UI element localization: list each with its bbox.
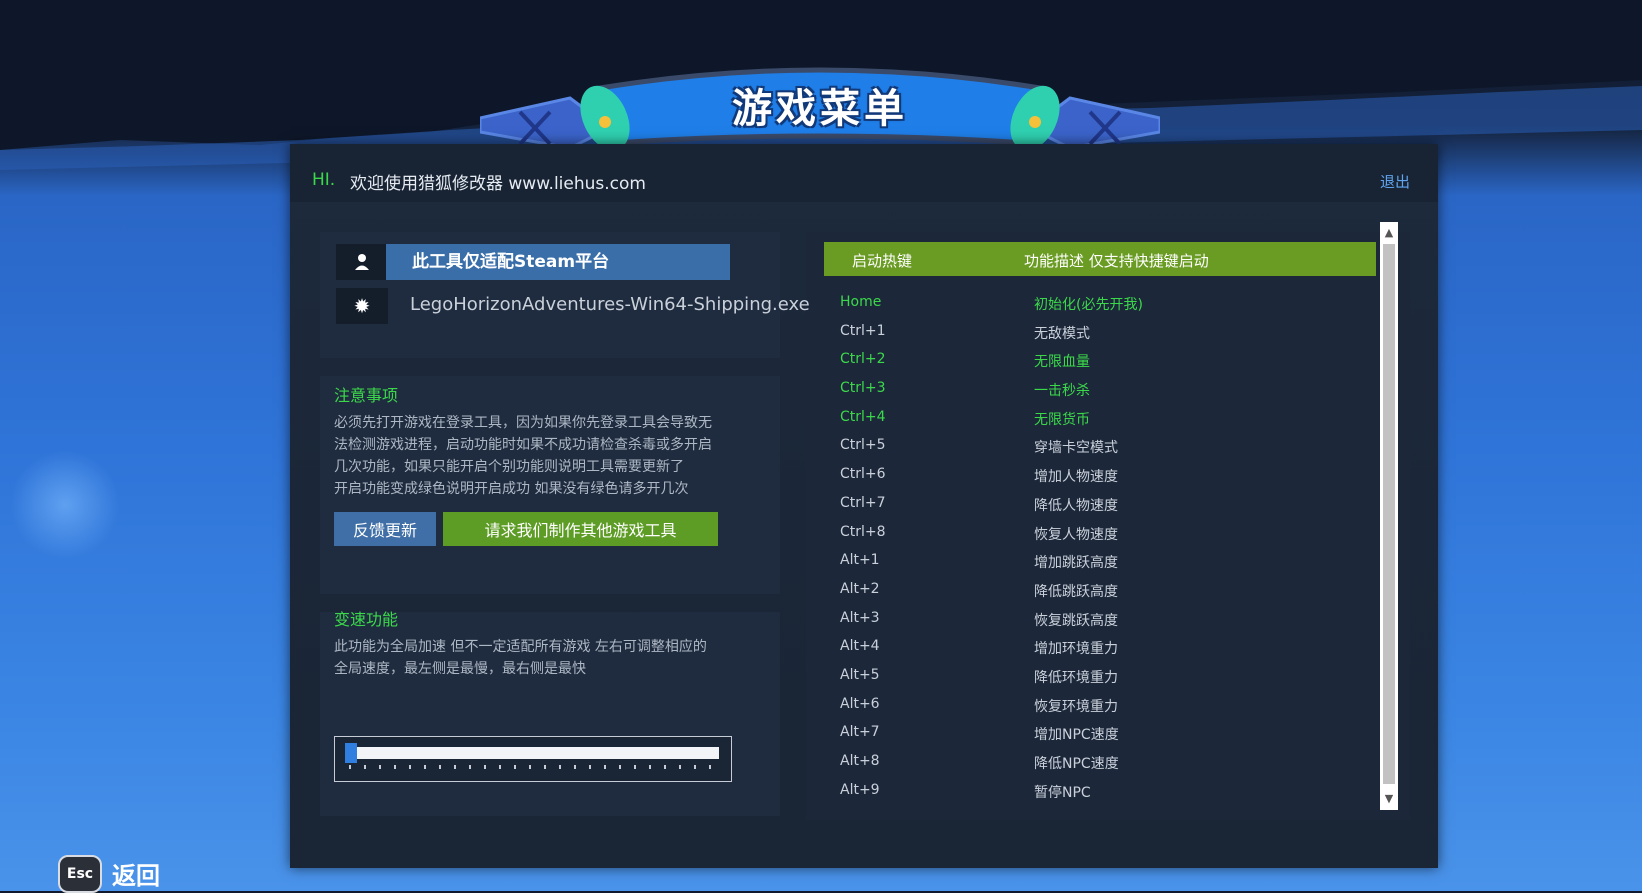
welcome-text: 欢迎使用猎狐修改器 www.liehus.com [350, 174, 646, 194]
feedback-update-button[interactable]: 反馈更新 [334, 512, 436, 546]
hotkey-description: 无限货币 [1034, 411, 1090, 428]
hotkey-description: 增加NPC速度 [1034, 727, 1119, 744]
hotkey-header: 启动热键 功能描述 仅支持快捷键启动 [824, 242, 1376, 276]
hotkey-key: Ctrl+4 [840, 408, 886, 425]
speed-slider[interactable] [334, 736, 732, 782]
hotkey-description: 降低人物速度 [1034, 497, 1118, 514]
slider-track[interactable] [347, 747, 719, 759]
hotkey-description: 恢复跳跃高度 [1034, 612, 1118, 629]
hotkey-row: Alt+9 暂停NPC [840, 782, 1380, 811]
hotkey-key: Alt+9 [840, 781, 880, 798]
notes-line: 必须先打开游戏在登录工具，因为如果你先登录工具会导致无 [334, 415, 712, 431]
slider-ticks [349, 765, 719, 769]
hotkey-key: Home [840, 294, 882, 310]
request-tool-button[interactable]: 请求我们制作其他游戏工具 [443, 512, 718, 546]
hotkey-description: 增加人物速度 [1034, 469, 1118, 486]
back-label[interactable]: 返回 [112, 856, 160, 891]
user-icon [336, 244, 388, 280]
esc-key-icon[interactable]: Esc [58, 855, 102, 893]
hi-greeting: HI. [312, 170, 336, 190]
hotkey-key: Ctrl+8 [840, 523, 886, 540]
hotkey-row: Alt+6 恢复环境重力 [840, 696, 1380, 725]
speed-line: 全局速度，最左侧是最慢，最右侧是最快 [334, 661, 586, 677]
scroll-up-icon[interactable]: ▲ [1380, 224, 1398, 242]
hotkey-description: 增加环境重力 [1034, 641, 1118, 658]
hotkey-key: Ctrl+1 [840, 322, 886, 339]
process-name: LegoHorizonAdventures-Win64-Shipping.exe [410, 294, 810, 315]
hotkey-row: Alt+1 增加跳跃高度 [840, 552, 1380, 581]
hotkey-description: 暂停NPC [1034, 784, 1091, 801]
hotkey-row: Alt+8 降低NPC速度 [840, 753, 1380, 782]
hotkey-row: Ctrl+5 穿墙卡空模式 [840, 437, 1380, 466]
banner-title: 游戏菜单 [732, 86, 908, 132]
hotkey-row: Ctrl+2 无限血量 [840, 351, 1380, 380]
hotkey-list: Home 初始化(必先开我) Ctrl+1 无敌模式 Ctrl+2 无限血量 Ctrl+3 一… [840, 294, 1380, 810]
hotkey-row: Ctrl+6 增加人物速度 [840, 466, 1380, 495]
notes-text: 必须先打开游戏在登录工具，因为如果你先登录工具会导致无 法检测游戏进程，启动功能… [334, 412, 712, 500]
hotkey-description: 无限血量 [1034, 354, 1090, 371]
speed-title: 变速功能 [334, 610, 399, 629]
hotkey-row: Ctrl+3 一击秒杀 [840, 380, 1380, 409]
speed-text: 此功能为全局加速 但不一定适配所有游戏 左右可调整相应的 全局速度，最左侧是最慢… [334, 636, 707, 680]
hotkey-key: Alt+5 [840, 666, 880, 683]
hotkey-key: Alt+6 [840, 695, 880, 712]
steam-platform-label: 此工具仅适配Steam平台 [386, 244, 730, 280]
hotkey-row: Ctrl+8 恢复人物速度 [840, 524, 1380, 553]
hotkey-key: Ctrl+3 [840, 380, 886, 397]
hotkey-scrollbar[interactable]: ▲ ▼ [1380, 222, 1398, 810]
hotkey-description: 降低环境重力 [1034, 669, 1118, 686]
hotkey-description: 一击秒杀 [1034, 383, 1090, 400]
scroll-thumb[interactable] [1383, 244, 1395, 784]
hotkey-header-desc: 功能描述 仅支持快捷键启动 [1024, 252, 1209, 270]
hotkey-description: 无敌模式 [1034, 325, 1090, 342]
hotkey-description: 降低跳跃高度 [1034, 583, 1118, 600]
hotkey-key: Alt+2 [840, 580, 880, 597]
hotkey-description: 增加跳跃高度 [1034, 555, 1118, 572]
notes-line: 开启功能变成绿色说明开启成功 如果没有绿色请多开几次 [334, 481, 689, 497]
hotkey-key: Alt+3 [840, 609, 880, 626]
hotkey-row: Alt+3 恢复跳跃高度 [840, 610, 1380, 639]
hotkey-key: Ctrl+2 [840, 351, 886, 368]
background-glow [10, 450, 120, 560]
hotkey-key: Alt+1 [840, 552, 880, 569]
hotkey-description: 初始化(必先开我) [1034, 297, 1143, 313]
hotkey-description: 恢复人物速度 [1034, 526, 1118, 543]
hotkey-row: Ctrl+4 无限货币 [840, 409, 1380, 438]
hotkey-description: 穿墙卡空模式 [1034, 440, 1118, 457]
hotkey-key: Alt+8 [840, 753, 880, 769]
hotkey-key: Ctrl+7 [840, 494, 886, 511]
hotkey-key: Ctrl+6 [840, 466, 886, 483]
trainer-window: HI. 欢迎使用猎狐修改器 www.liehus.com 退出 此工具仅适配St… [290, 144, 1438, 868]
slider-thumb[interactable] [345, 743, 357, 763]
hotkey-row: Alt+5 降低环境重力 [840, 667, 1380, 696]
top-bar: HI. 欢迎使用猎狐修改器 www.liehus.com 退出 [290, 144, 1438, 202]
hotkey-row: Alt+4 增加环境重力 [840, 638, 1380, 667]
notes-line: 法检测游戏进程，启动功能时如果不成功请检查杀毒或多开启 [334, 437, 712, 453]
notes-line: 几次功能，如果只能开启个别功能则说明工具需要更新了 [334, 459, 684, 475]
logout-link[interactable]: 退出 [1380, 171, 1410, 192]
hotkey-row: Ctrl+7 降低人物速度 [840, 495, 1380, 524]
hotkey-row: Ctrl+1 无敌模式 [840, 323, 1380, 352]
hotkey-row: Home 初始化(必先开我) [840, 294, 1380, 323]
hotkey-key: Alt+4 [840, 638, 880, 655]
scroll-down-icon[interactable]: ▼ [1380, 790, 1398, 808]
hotkey-row: Alt+2 降低跳跃高度 [840, 581, 1380, 610]
speed-line: 此功能为全局加速 但不一定适配所有游戏 左右可调整相应的 [334, 639, 707, 655]
menu-banner: 游戏菜单 [478, 58, 1162, 154]
notes-title: 注意事项 [334, 386, 399, 405]
hotkey-description: 降低NPC速度 [1034, 756, 1119, 772]
hotkey-key: Alt+7 [840, 724, 880, 741]
hotkey-description: 恢复环境重力 [1034, 698, 1118, 715]
hotkey-header-key: 启动热键 [852, 252, 913, 270]
hotkey-key: Ctrl+5 [840, 437, 886, 454]
hotkey-row: Alt+7 增加NPC速度 [840, 724, 1380, 753]
gear-icon: ✹ [336, 288, 388, 324]
